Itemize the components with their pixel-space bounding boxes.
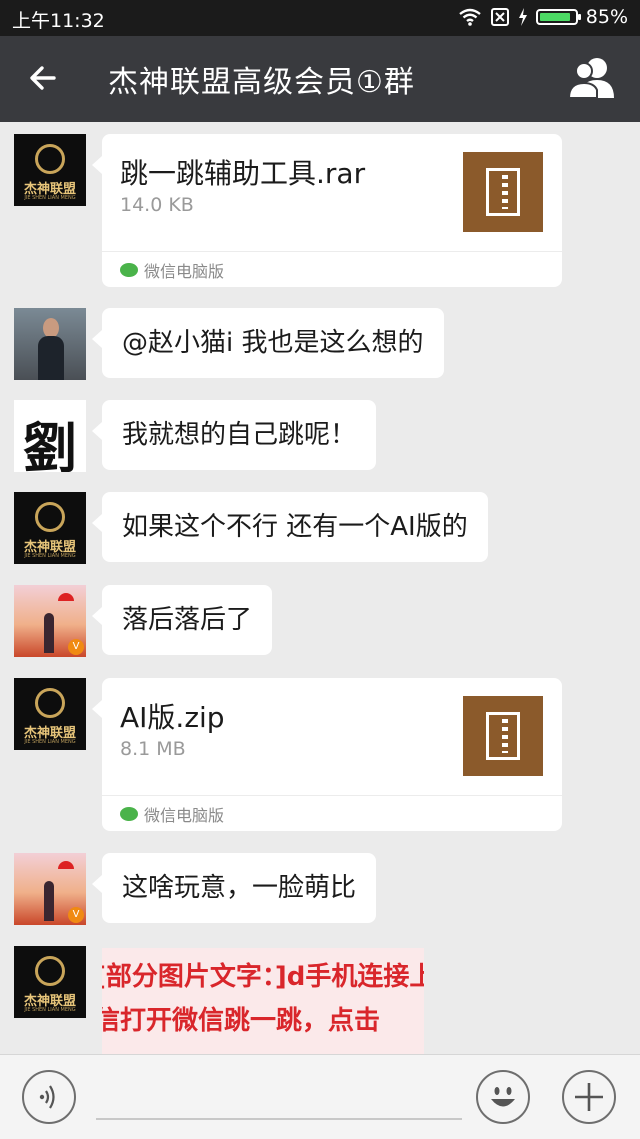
file-source: 微信电脑版 xyxy=(120,802,224,826)
file-size: 14.0 KB xyxy=(120,194,194,216)
text-message[interactable]: 如果这个不行 还有一个AI版的 xyxy=(92,492,488,562)
plus-icon xyxy=(575,1083,603,1111)
text-message[interactable]: 落后落后了 xyxy=(91,585,273,655)
avatar[interactable] xyxy=(14,308,86,380)
charging-icon xyxy=(518,8,527,26)
logo-ring-icon xyxy=(35,956,65,986)
wechat-icon xyxy=(120,263,138,277)
logo-ring-icon xyxy=(35,502,65,532)
text-message[interactable]: 这啥玩意，一脸萌比 xyxy=(91,853,377,923)
message-input[interactable] xyxy=(96,1118,462,1120)
more-button[interactable] xyxy=(562,1070,616,1124)
message-list[interactable]: 杰神联盟 JIE SHEN LIAN MENG 跳一跳辅助工具.rar 14.0… xyxy=(0,122,640,1054)
group-members-icon[interactable] xyxy=(566,54,618,102)
avatar[interactable]: 杰神联盟 JIE SHEN LIAN MENG xyxy=(14,492,86,564)
emoji-button[interactable] xyxy=(476,1070,530,1124)
verified-badge-icon: V xyxy=(68,907,84,923)
status-bar: 上午11:32 85% xyxy=(0,0,640,36)
divider xyxy=(102,795,562,796)
avatar[interactable]: 杰神联盟 JIE SHEN LIAN MENG xyxy=(14,946,86,1018)
file-message[interactable]: AI版.zip 8.1 MB 微信电脑版 xyxy=(92,678,562,831)
file-source: 微信电脑版 xyxy=(120,258,224,282)
zip-file-icon xyxy=(463,696,543,776)
status-indicators: 85% xyxy=(458,6,628,28)
input-bar xyxy=(0,1054,640,1139)
file-name: 跳一跳辅助工具.rar xyxy=(120,157,366,190)
voice-button[interactable] xyxy=(22,1070,76,1124)
avatar[interactable]: 杰神联盟 JIE SHEN LIAN MENG xyxy=(14,678,86,750)
file-message[interactable]: 跳一跳辅助工具.rar 14.0 KB 微信电脑版 xyxy=(92,134,562,287)
chat-header: 杰神联盟高级会员①群 xyxy=(0,36,640,122)
text-message[interactable]: @赵小猫i 我也是这么想的 xyxy=(92,308,444,378)
voice-wave-icon xyxy=(39,1085,55,1109)
zip-file-icon xyxy=(463,152,543,232)
avatar[interactable]: V xyxy=(14,853,86,925)
image-message[interactable]: [部分图片文字：]d手机连接上电脑后开启调 信打开微信跳一跳，点击 xyxy=(102,948,424,1054)
sim-off-icon xyxy=(490,8,509,26)
avatar[interactable]: 杰神联盟 JIE SHEN LIAN MENG xyxy=(14,134,86,206)
chat-title: 杰神联盟高级会员①群 xyxy=(108,65,415,100)
logo-ring-icon xyxy=(35,688,65,718)
battery-percent: 85% xyxy=(585,6,628,28)
verified-badge-icon: V xyxy=(68,639,84,655)
logo-ring-icon xyxy=(35,144,65,174)
file-name: AI版.zip xyxy=(120,701,225,734)
wifi-icon xyxy=(459,8,481,26)
divider xyxy=(102,251,562,252)
wechat-icon xyxy=(120,807,138,821)
avatar[interactable]: V xyxy=(14,585,86,657)
battery-icon xyxy=(535,9,581,25)
back-arrow-icon[interactable] xyxy=(22,56,66,100)
text-message[interactable]: 我就想的自己跳呢！ xyxy=(91,400,377,470)
image-text-line: [部分图片文字：]d手机连接上电脑后开启调 xyxy=(102,962,424,992)
status-time: 上午11:32 xyxy=(12,10,105,32)
file-size: 8.1 MB xyxy=(120,738,186,760)
avatar[interactable]: 劉 xyxy=(14,400,86,472)
image-text-line: 信打开微信跳一跳，点击 xyxy=(102,1006,381,1036)
smiley-icon xyxy=(491,1087,515,1107)
